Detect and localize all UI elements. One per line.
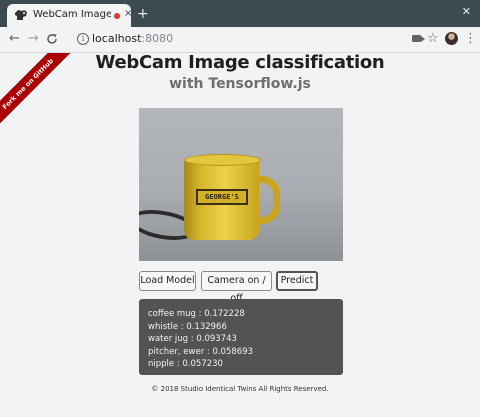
browser-window: WebCam Image classi × + ✕ ← → i localhos… <box>0 0 480 417</box>
reload-icon[interactable] <box>46 33 58 45</box>
predict-button[interactable]: Predict <box>276 271 318 291</box>
browser-tab[interactable]: WebCam Image classi × <box>7 4 132 27</box>
forward-icon[interactable]: → <box>28 31 39 46</box>
address-toolbar: ← → i localhost:8080 ☆ ⋮ <box>0 27 480 53</box>
url-text[interactable]: localhost:8080 <box>92 32 173 45</box>
window-close-icon[interactable]: ✕ <box>462 5 471 18</box>
predictions-panel: coffee mug : 0.172228 whistle : 0.132966… <box>139 299 343 375</box>
prediction-item: coffee mug : 0.172228 <box>148 309 245 319</box>
mug-rim <box>184 154 261 166</box>
prediction-item: pitcher, ewer : 0.058693 <box>148 346 254 357</box>
tab-close-icon[interactable]: × <box>124 8 132 19</box>
footer-copyright: © 2018 Studio Identical Twins All Rights… <box>151 385 329 393</box>
site-info-icon[interactable]: i <box>77 33 89 45</box>
page-content: Fork me on GitHub WebCam Image classific… <box>0 53 480 417</box>
prediction-item: water jug : 0.093743 <box>148 334 237 345</box>
predictions-list: coffee mug : 0.172228 whistle : 0.132966… <box>148 308 253 371</box>
dog-favicon-icon <box>15 10 27 20</box>
back-icon[interactable]: ← <box>9 31 20 46</box>
page-title: WebCam Image classification <box>95 53 385 73</box>
url-port: :8080 <box>141 32 174 45</box>
recording-dot-icon <box>114 13 120 19</box>
new-tab-button[interactable]: + <box>137 6 149 22</box>
webcam-video: GEORGE'S <box>139 108 343 261</box>
prediction-item: whistle : 0.132966 <box>148 321 227 332</box>
browser-menu-icon[interactable]: ⋮ <box>464 31 477 46</box>
prediction-item: nipple : 0.057230 <box>148 359 223 370</box>
profile-avatar[interactable] <box>445 32 458 45</box>
tab-title: WebCam Image classi <box>33 9 111 20</box>
camera-in-use-icon[interactable] <box>412 35 425 42</box>
load-model-button[interactable]: Load Model <box>139 271 196 291</box>
mug-label: GEORGE'S <box>196 189 248 205</box>
bookmark-star-icon[interactable]: ☆ <box>427 31 439 46</box>
address-bar[interactable]: i localhost:8080 <box>70 30 400 48</box>
url-host: localhost <box>92 32 142 45</box>
tab-strip: WebCam Image classi × + ✕ <box>0 0 480 27</box>
page-subtitle: with Tensorflow.js <box>169 76 311 92</box>
camera-toggle-button[interactable]: Camera on / off <box>201 271 272 304</box>
